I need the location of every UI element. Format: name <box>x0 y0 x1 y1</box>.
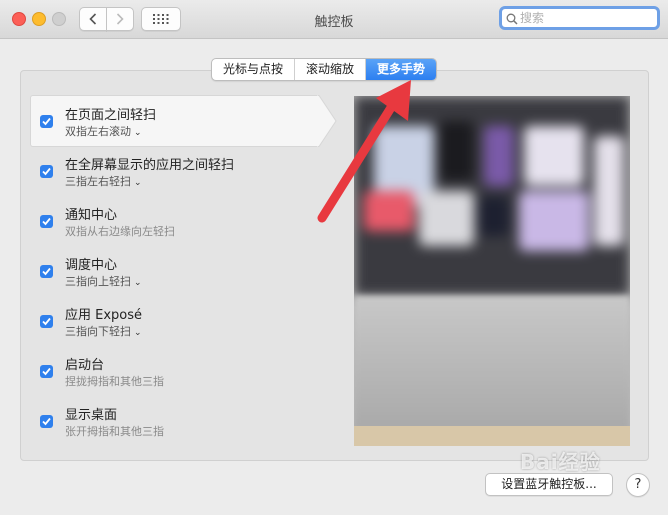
search-input[interactable] <box>520 10 650 26</box>
gesture-option-dropdown[interactable]: 三指向上轻扫 ⌄ <box>65 273 142 289</box>
checkmark-icon <box>42 217 51 226</box>
search-icon <box>506 13 518 25</box>
gesture-item-mission-control[interactable]: 调度中心 三指向上轻扫 ⌄ <box>30 245 330 295</box>
checkmark-icon <box>42 367 51 376</box>
gesture-description: 双指从右边缘向左轻扫 <box>65 225 175 238</box>
gesture-item-swipe-between-pages[interactable]: 在页面之间轻扫 双指左右滚动 ⌄ <box>30 95 337 147</box>
checkmark-icon <box>42 117 51 126</box>
gesture-name: 在页面之间轻扫 <box>65 108 157 123</box>
gesture-item-show-desktop[interactable]: 显示桌面 张开拇指和其他三指 <box>30 395 330 445</box>
preview-desk <box>354 426 630 446</box>
gesture-name: 调度中心 <box>65 258 118 273</box>
checkmark-icon <box>42 317 51 326</box>
gesture-option-dropdown[interactable]: 三指左右轻扫 ⌄ <box>65 173 142 189</box>
gesture-option-label: 双指左右滚动 <box>65 125 131 138</box>
gesture-item-launchpad[interactable]: 启动台 捏拢拇指和其他三指 <box>30 345 330 395</box>
gesture-option-dropdown[interactable]: 双指左右滚动 ⌄ <box>65 123 142 139</box>
chevron-down-icon: ⌄ <box>134 178 142 188</box>
gesture-item-swipe-fullscreen-apps[interactable]: 在全屏幕显示的应用之间轻扫 三指左右轻扫 ⌄ <box>30 145 330 195</box>
checkbox[interactable] <box>40 365 53 378</box>
checkbox[interactable] <box>40 215 53 228</box>
checkbox[interactable] <box>40 165 53 178</box>
setup-bluetooth-trackpad-button[interactable]: 设置蓝牙触控板... <box>485 473 613 496</box>
gesture-description: 张开拇指和其他三指 <box>65 425 164 438</box>
gesture-item-app-expose[interactable]: 应用 Exposé 三指向下轻扫 ⌄ <box>30 295 330 345</box>
checkbox[interactable] <box>40 265 53 278</box>
chevron-down-icon: ⌄ <box>134 328 142 338</box>
checkbox[interactable] <box>40 415 53 428</box>
gesture-option-label: 三指左右轻扫 <box>65 175 131 188</box>
checkbox[interactable] <box>40 115 53 128</box>
gesture-name: 启动台 <box>65 358 105 373</box>
gesture-name: 在全屏幕显示的应用之间轻扫 <box>65 158 235 173</box>
checkbox[interactable] <box>40 315 53 328</box>
annotation-arrow <box>317 80 411 223</box>
checkmark-icon <box>42 417 51 426</box>
chevron-down-icon: ⌄ <box>134 278 142 288</box>
chevron-down-icon: ⌄ <box>134 128 142 138</box>
tab-point-and-click[interactable]: 光标与点按 <box>212 59 296 80</box>
title-bar: 触控板 <box>0 0 668 39</box>
search-field[interactable] <box>499 6 660 30</box>
gesture-name: 通知中心 <box>65 208 118 223</box>
gesture-item-notification-center[interactable]: 通知中心 双指从右边缘向左轻扫 <box>30 195 330 245</box>
gesture-option-label: 三指向下轻扫 <box>65 325 131 338</box>
gesture-option-label: 三指向上轻扫 <box>65 275 131 288</box>
watermark: Bai经验 <box>520 450 601 474</box>
help-button[interactable]: ? <box>626 473 650 497</box>
gesture-name: 应用 Exposé <box>65 308 143 323</box>
gesture-list: 在页面之间轻扫 双指左右滚动 ⌄ 在全屏幕显示的应用之间轻扫 三指左右轻扫 ⌄ 通知… <box>30 95 337 445</box>
gesture-name: 显示桌面 <box>65 408 118 423</box>
checkmark-icon <box>42 267 51 276</box>
gesture-option-dropdown[interactable]: 三指向下轻扫 ⌄ <box>65 323 142 339</box>
gesture-description: 捏拢拇指和其他三指 <box>65 375 164 388</box>
preview-trackpad <box>354 296 630 431</box>
checkmark-icon <box>42 167 51 176</box>
